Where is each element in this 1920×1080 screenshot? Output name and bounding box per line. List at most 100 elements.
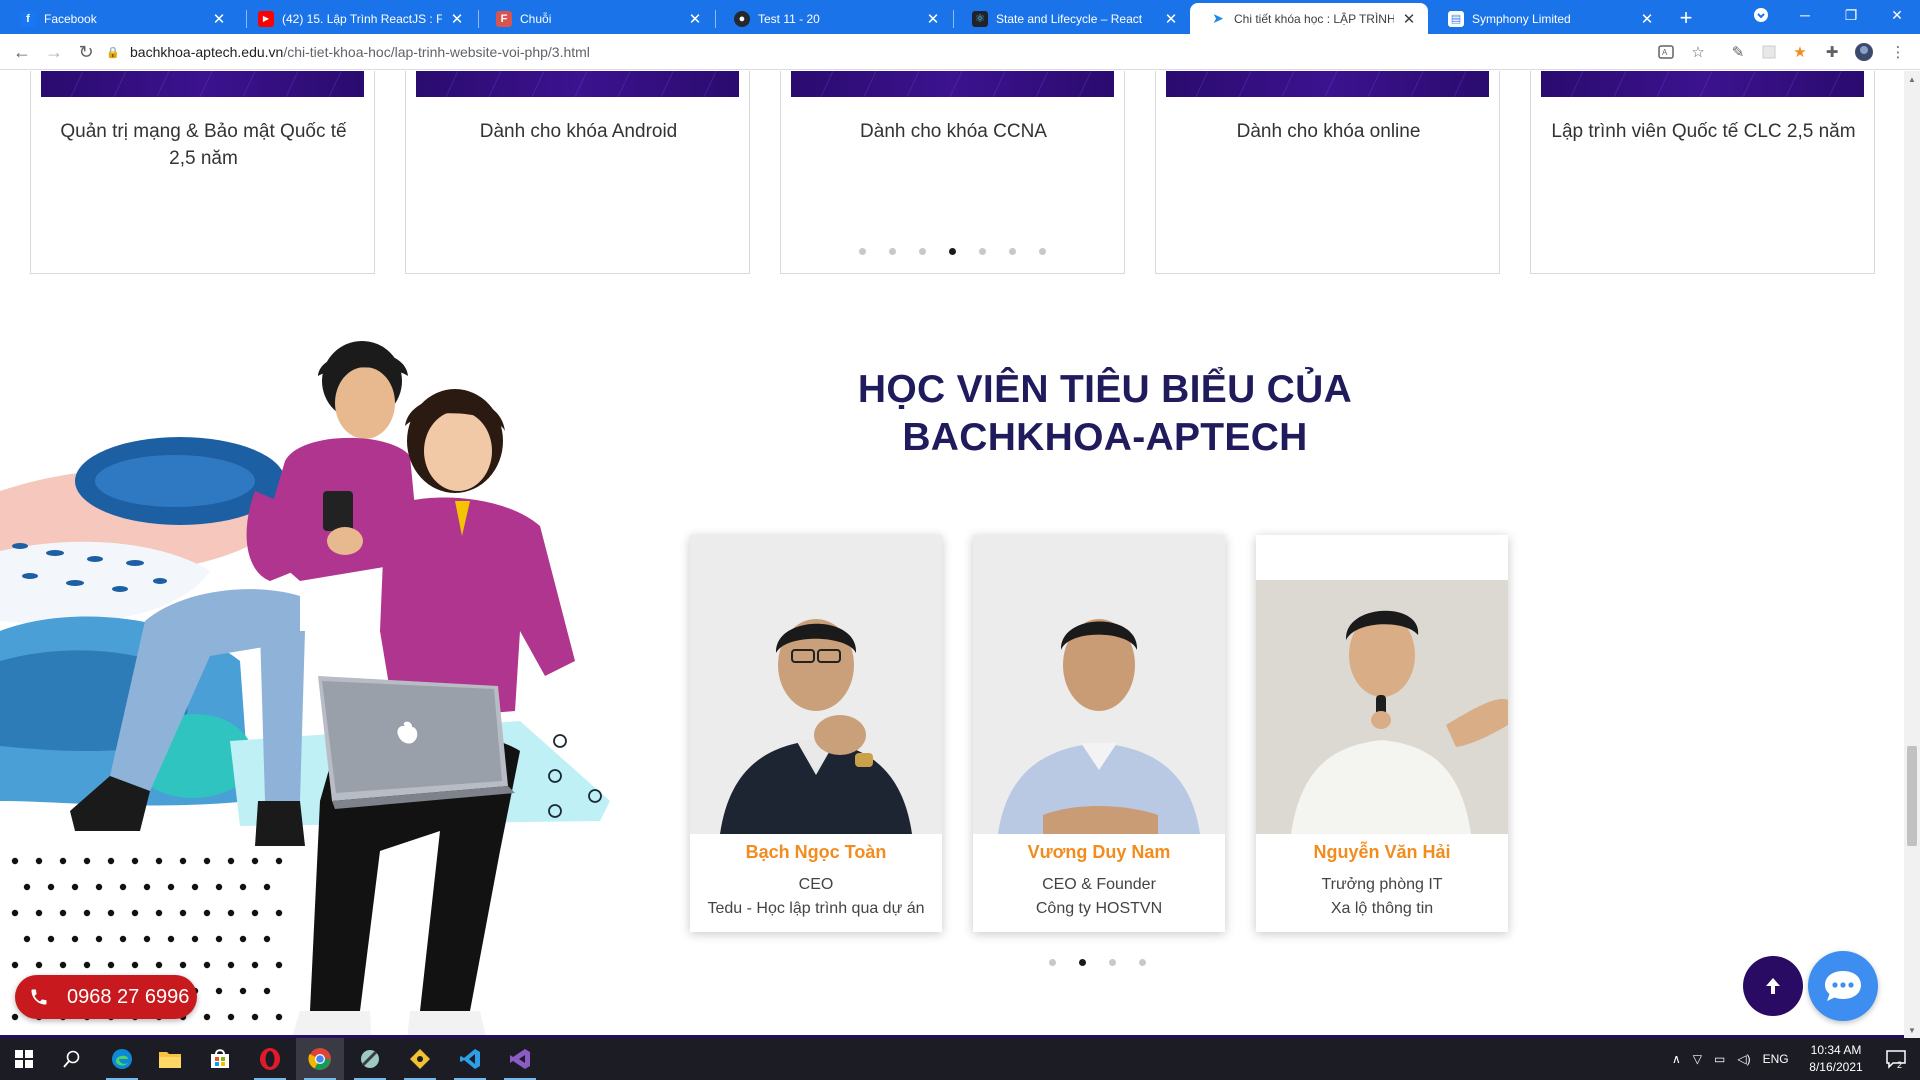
start-button[interactable] <box>0 1038 48 1080</box>
tab-symphony[interactable]: ▤ Symphony Limited ✕ <box>1428 3 1666 34</box>
volume-icon[interactable]: ◁) <box>1737 1052 1750 1066</box>
student-name: Bạch Ngọc Toàn <box>745 842 887 862</box>
close-tab-icon[interactable]: ✕ <box>1400 10 1418 28</box>
carousel-dot[interactable] <box>1109 959 1116 966</box>
network-icon[interactable]: ▭ <box>1714 1052 1725 1066</box>
tab-youtube[interactable]: ▶ (42) 15. Lập Trình ReactJS : Form ✕ <box>238 3 476 34</box>
github-icon: ● <box>734 10 750 27</box>
address-bar: ← → ↻ 🔒 bachkhoa-aptech.edu.vn/chi-tiet-… <box>0 34 1920 70</box>
reload-icon[interactable]: ↻ <box>74 40 98 64</box>
extension-placeholder-icon[interactable] <box>1759 42 1779 62</box>
carousel-dot[interactable] <box>889 248 896 255</box>
profile-dropdown-icon[interactable] <box>1738 0 1784 30</box>
tab-facebook[interactable]: f Facebook ✕ <box>0 3 238 34</box>
translate-icon[interactable]: A <box>1656 42 1676 62</box>
close-tab-icon[interactable]: ✕ <box>210 10 228 28</box>
search-icon[interactable] <box>48 1038 96 1080</box>
close-tab-icon[interactable]: ✕ <box>1638 10 1656 28</box>
scrollbar-thumb[interactable] <box>1907 746 1917 846</box>
course-banner <box>1166 71 1489 97</box>
tool-icon[interactable] <box>346 1038 394 1080</box>
course-card[interactable]: Dành cho khóa Android <box>405 71 750 274</box>
carousel-dot[interactable] <box>1079 959 1086 966</box>
close-tab-icon[interactable]: ✕ <box>686 10 704 28</box>
student-name: Nguyễn Văn Hải <box>1313 842 1451 862</box>
facebook-icon: f <box>20 10 36 27</box>
back-icon[interactable]: ← <box>10 40 34 64</box>
carousel-dot[interactable] <box>949 248 956 255</box>
tab-github[interactable]: ● Test 11 - 20 ✕ <box>714 3 952 34</box>
chevron-up-icon[interactable]: ∧ <box>1672 1052 1681 1066</box>
page-scrollbar[interactable]: ▲ ▼ <box>1904 71 1920 1038</box>
extension-star-icon[interactable]: ★ <box>1790 42 1810 62</box>
forward-icon[interactable]: → <box>42 40 66 64</box>
student-card[interactable]: Bạch Ngọc Toàn CEO Tedu - Học lập trình … <box>690 535 942 932</box>
vscode-icon[interactable] <box>446 1038 494 1080</box>
student-card[interactable]: Vương Duy Nam CEO & Founder Công ty HOST… <box>973 535 1225 932</box>
chat-bubble-icon <box>1825 971 1861 1001</box>
student-photo <box>973 535 1225 834</box>
url-field[interactable]: 🔒 bachkhoa-aptech.edu.vn/chi-tiet-khoa-h… <box>106 38 1686 66</box>
language-indicator[interactable]: ENG <box>1763 1052 1789 1066</box>
chrome-icon[interactable] <box>296 1038 344 1080</box>
carousel-dot[interactable] <box>1139 959 1146 966</box>
visual-studio-icon[interactable] <box>496 1038 544 1080</box>
phone-icon <box>29 987 53 1007</box>
scroll-down-arrow-icon[interactable]: ▼ <box>1904 1022 1920 1038</box>
close-tab-icon[interactable]: ✕ <box>448 10 466 28</box>
menu-kebab-icon[interactable]: ⋮ <box>1888 42 1908 62</box>
new-tab-button[interactable]: + <box>1672 4 1700 32</box>
scroll-to-top-button[interactable] <box>1743 956 1803 1016</box>
page-content: Quản trị mạng & Bảo mật Quốc tế 2,5 năm … <box>0 71 1904 1038</box>
course-card[interactable]: Dành cho khóa online <box>1155 71 1500 274</box>
extensions-puzzle-icon[interactable]: ✚ <box>1822 42 1842 62</box>
student-carousel-dots <box>1049 959 1146 966</box>
minimize-button[interactable]: ─ <box>1782 0 1828 30</box>
edge-icon[interactable] <box>98 1038 146 1080</box>
file-explorer-icon[interactable] <box>146 1038 194 1080</box>
restore-button[interactable]: ❐ <box>1828 0 1874 30</box>
carousel-dot[interactable] <box>979 248 986 255</box>
course-banner <box>416 71 739 97</box>
hotline-number: 0968 27 6996 <box>67 985 190 1008</box>
tab-bachkhoa-active[interactable]: ➤ Chi tiết khóa học : LẬP TRÌNH W ✕ <box>1190 3 1428 34</box>
close-window-button[interactable]: ✕ <box>1874 0 1920 30</box>
student-role-line: CEO <box>798 876 834 893</box>
course-card[interactable]: Lập trình viên Quốc tế CLC 2,5 năm <box>1530 71 1875 274</box>
tab-react[interactable]: ⚛ State and Lifecycle – React ✕ <box>952 3 1190 34</box>
freecodecamp-icon: F <box>496 10 512 27</box>
hotline-button[interactable]: 0968 27 6996 <box>15 975 197 1019</box>
close-tab-icon[interactable]: ✕ <box>924 10 942 28</box>
course-name: Lập trình viên Quốc tế CLC 2,5 năm <box>1551 121 1856 142</box>
course-card[interactable]: Dành cho khóa CCNA <box>780 71 1125 274</box>
opera-icon[interactable] <box>246 1038 294 1080</box>
tab-chuoi[interactable]: F Chuỗi ✕ <box>476 3 714 34</box>
vpn-icon[interactable]: ▽ <box>1693 1052 1702 1066</box>
git-icon[interactable] <box>396 1038 444 1080</box>
course-banner <box>41 71 364 97</box>
store-icon[interactable] <box>196 1038 244 1080</box>
carousel-dot[interactable] <box>1039 248 1046 255</box>
notifications-icon[interactable]: 2 <box>1874 1038 1918 1080</box>
course-banner <box>791 71 1114 97</box>
scroll-up-arrow-icon[interactable]: ▲ <box>1904 71 1920 87</box>
profile-avatar[interactable] <box>1854 42 1874 62</box>
carousel-dot[interactable] <box>859 248 866 255</box>
carousel-dot[interactable] <box>1009 248 1016 255</box>
bookmark-star-icon[interactable]: ☆ <box>1688 42 1708 62</box>
student-role-line: Trưởng phòng IT <box>1321 876 1443 893</box>
windows-taskbar: ∧ ▽ ▭ ◁) ENG 10:34 AM 8/16/2021 2 <box>0 1038 1920 1080</box>
student-role: CEO & Founder Công ty HOSTVN <box>973 873 1225 921</box>
course-card[interactable]: Quản trị mạng & Bảo mật Quốc tế 2,5 năm <box>30 71 375 274</box>
carousel-dot[interactable] <box>1049 959 1056 966</box>
student-role-line: Công ty HOSTVN <box>1035 900 1163 917</box>
carousel-dot[interactable] <box>919 248 926 255</box>
student-role: CEO Tedu - Học lập trình qua dự án <box>690 873 942 921</box>
clock[interactable]: 10:34 AM 8/16/2021 <box>1796 1042 1876 1076</box>
close-tab-icon[interactable]: ✕ <box>1162 10 1180 28</box>
chat-button[interactable] <box>1808 951 1878 1021</box>
section-title-line: BACHKHOA-APTECH <box>902 416 1308 459</box>
eyedropper-icon[interactable]: ✎ <box>1728 42 1748 62</box>
student-card[interactable]: Nguyễn Văn Hải Trưởng phòng IT Xa lộ thô… <box>1256 535 1508 932</box>
course-name: Dành cho khóa CCNA <box>860 121 1047 142</box>
